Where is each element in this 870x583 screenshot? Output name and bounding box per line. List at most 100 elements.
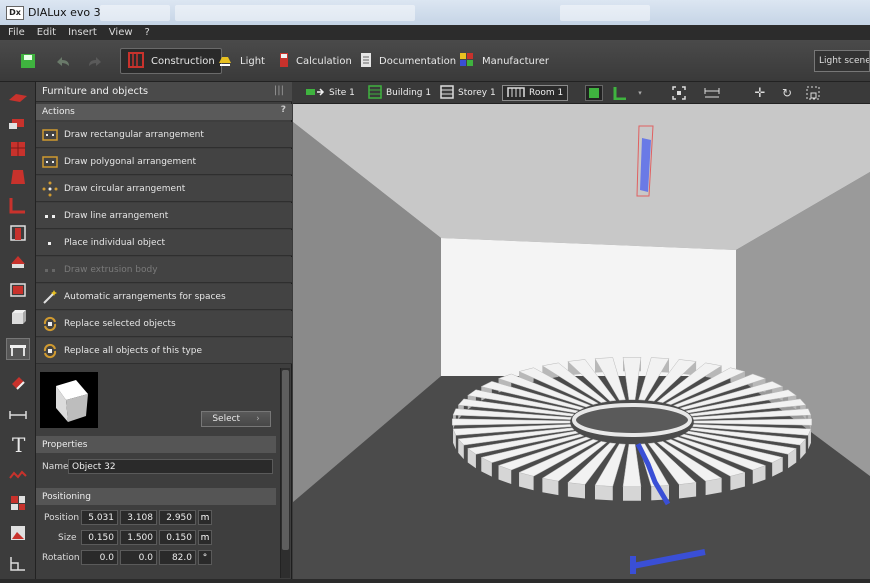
tool-storey[interactable]	[6, 138, 30, 160]
tab-calculation[interactable]: Calculation	[272, 48, 358, 74]
measure-view-button[interactable]	[703, 85, 721, 101]
menu-edit[interactable]: Edit	[37, 27, 56, 38]
selection-icon	[806, 86, 820, 100]
tool-material[interactable]	[6, 372, 30, 394]
text-icon: T	[12, 435, 26, 455]
light-scenes-button[interactable]: Light scenes	[814, 50, 870, 72]
tool-paint[interactable]	[6, 464, 30, 486]
tool-image[interactable]	[6, 522, 30, 544]
circular-arrangement-icon	[42, 181, 58, 196]
view-dropdown[interactable]: ▾	[631, 85, 649, 101]
select-area-button[interactable]	[804, 85, 822, 101]
tab-light[interactable]: Light	[210, 48, 271, 74]
tab-documentation[interactable]: Documentation	[353, 48, 462, 74]
site-tool-icon	[9, 94, 27, 102]
arranged-box-side	[623, 486, 641, 501]
position-x-field[interactable]: 5.031	[81, 510, 118, 525]
tool-text[interactable]: T	[6, 434, 30, 456]
tool-strip: T	[0, 82, 36, 583]
rotation-z-field[interactable]: 82.0	[159, 550, 196, 565]
tool-site[interactable]	[6, 86, 30, 108]
view-3d-button[interactable]	[585, 85, 603, 101]
action-auto-arrangement[interactable]: Automatic arrangements for spaces	[36, 284, 292, 310]
grid-tool-icon	[11, 496, 25, 510]
action-rect-arrangement[interactable]: Draw rectangular arrangement	[36, 122, 292, 148]
storey-tool-icon	[11, 142, 25, 156]
redo-button[interactable]	[80, 48, 110, 74]
action-place-object[interactable]: Place individual object	[36, 230, 292, 256]
save-button[interactable]	[14, 48, 42, 74]
unit-meter: m	[198, 530, 212, 545]
tool-furniture[interactable]	[6, 338, 30, 360]
positioning-title: Positioning	[42, 491, 91, 502]
menu-view[interactable]: View	[109, 27, 133, 38]
tab-manufacturer[interactable]: Manufacturer	[452, 48, 555, 74]
action-label: Draw circular arrangement	[64, 183, 186, 194]
tool-wall[interactable]	[6, 194, 30, 216]
crumb-label: Site 1	[329, 88, 355, 98]
action-circular-arrangement[interactable]: Draw circular arrangement	[36, 176, 292, 202]
title-bar: Dx DIALux evo 3	[0, 0, 870, 25]
tab-construction[interactable]: Construction	[120, 48, 222, 74]
crumb-building[interactable]: Building 1	[368, 84, 431, 101]
pin-icon[interactable]: |||	[274, 85, 284, 96]
action-label: Draw rectangular arrangement	[64, 129, 204, 140]
action-replace-selected[interactable]: Replace selected objects	[36, 311, 292, 337]
tool-measure[interactable]	[6, 404, 30, 426]
view-plan-button[interactable]	[611, 85, 629, 101]
action-line-arrangement[interactable]: Draw line arrangement	[36, 203, 292, 229]
replace-all-icon	[43, 343, 57, 358]
crumb-room[interactable]: Room 1	[502, 85, 569, 101]
tool-ceiling[interactable]	[6, 278, 30, 300]
crumb-label: Storey 1	[458, 88, 496, 98]
tool-door[interactable]	[6, 222, 30, 244]
scrollbar-thumb[interactable]	[282, 370, 289, 550]
size-y-field[interactable]: 1.500	[120, 530, 157, 545]
rotation-label: Rotation	[42, 553, 80, 563]
manufacturer-icon	[460, 52, 473, 66]
move-button[interactable]: ✛	[751, 85, 769, 101]
position-z-field[interactable]: 2.950	[159, 510, 196, 525]
crumb-storey[interactable]: Storey 1	[440, 84, 496, 101]
select-button[interactable]: Select ›	[201, 411, 271, 427]
action-polygon-arrangement[interactable]: Draw polygonal arrangement	[36, 149, 292, 175]
action-replace-all[interactable]: Replace all objects of this type	[36, 338, 292, 364]
menu-file[interactable]: File	[8, 27, 25, 38]
storey-icon	[440, 84, 454, 99]
help-icon[interactable]: ?	[281, 105, 286, 115]
single-object-icon	[48, 241, 51, 245]
tool-cube[interactable]	[6, 306, 30, 328]
name-field[interactable]: Object 32	[68, 459, 273, 474]
3d-viewport[interactable]	[293, 104, 870, 579]
move-icon: ✛	[754, 85, 766, 101]
construction-icon	[128, 51, 144, 68]
tool-building[interactable]	[6, 112, 30, 134]
menu-help[interactable]: ?	[145, 27, 150, 38]
stairs-tool-icon	[10, 557, 25, 571]
rotation-y-field[interactable]: 0.0	[120, 550, 157, 565]
rotate-button[interactable]: ↻	[778, 85, 796, 101]
crumb-site[interactable]: Site 1	[305, 85, 355, 101]
building-icon	[368, 84, 382, 99]
menu-bar: File Edit Insert View ?	[0, 25, 870, 40]
size-label: Size	[58, 533, 77, 543]
size-x-field[interactable]: 0.150	[81, 530, 118, 545]
size-z-field[interactable]: 0.150	[159, 530, 196, 545]
properties-header: Properties	[36, 436, 276, 453]
undo-button[interactable]	[48, 48, 78, 74]
zoom-fit-button[interactable]	[670, 85, 688, 101]
tool-grid[interactable]	[6, 492, 30, 514]
action-label: Draw polygonal arrangement	[64, 156, 196, 167]
panel-scrollbar[interactable]	[280, 368, 290, 578]
rotation-x-field[interactable]: 0.0	[81, 550, 118, 565]
svg-text:T: T	[12, 435, 26, 455]
extrusion-icon	[45, 268, 55, 272]
tool-room[interactable]	[6, 166, 30, 188]
position-y-field[interactable]: 3.108	[120, 510, 157, 525]
menu-insert[interactable]: Insert	[68, 27, 97, 38]
tab-label: Construction	[151, 55, 215, 67]
name-label: Name	[42, 462, 69, 472]
tool-roof[interactable]	[6, 250, 30, 272]
tool-stairs[interactable]	[6, 552, 30, 574]
image-tool-icon	[11, 526, 25, 540]
